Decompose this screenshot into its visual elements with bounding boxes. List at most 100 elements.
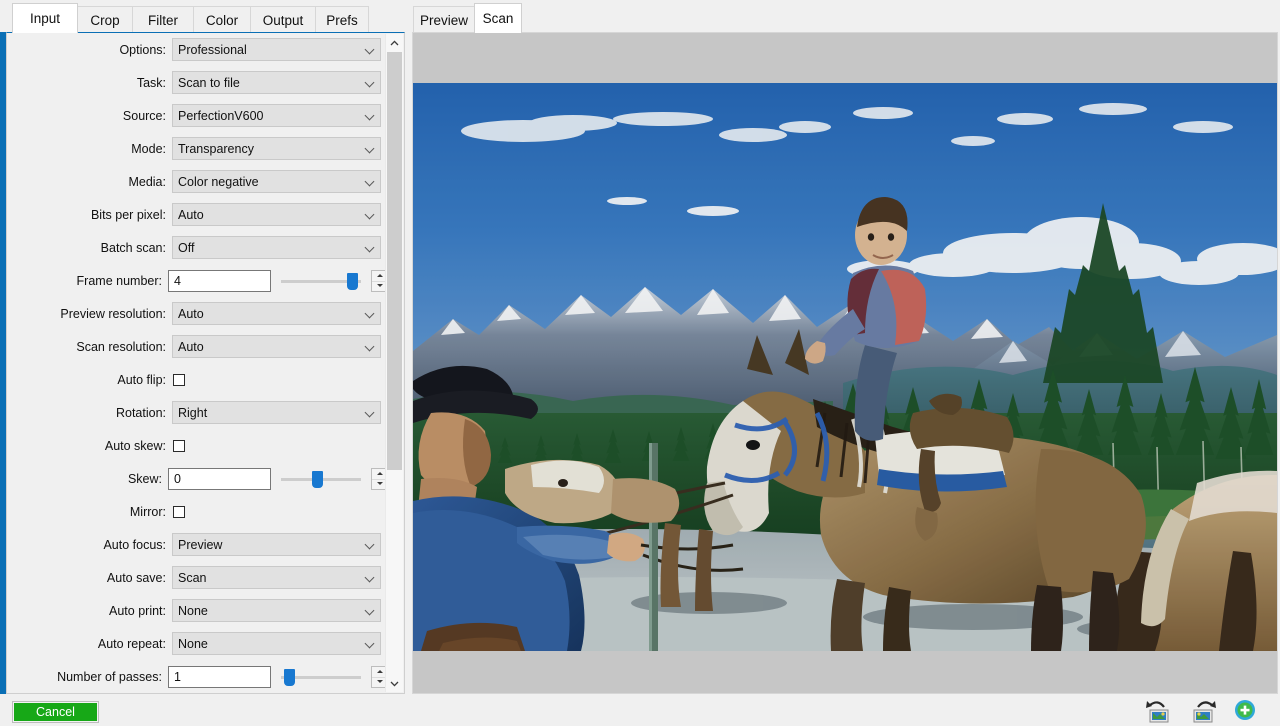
dropdown-value: Auto [172, 203, 381, 226]
dropdown-bits-per-pixel[interactable]: Auto [172, 203, 381, 226]
option-label: Auto skew: [7, 439, 172, 453]
rotate-right-icon[interactable] [1188, 697, 1218, 723]
tab-label: Crop [90, 13, 119, 28]
tab-crop[interactable]: Crop [77, 6, 133, 33]
dropdown-value: Off [172, 236, 381, 259]
number-input-value: 4 [174, 274, 181, 288]
option-row-auto-save: Auto save:Scan [7, 561, 389, 594]
option-control: Transparency [172, 132, 389, 165]
option-row-source: Source:PerfectionV600 [7, 99, 389, 132]
dropdown-auto-repeat[interactable]: None [172, 632, 381, 655]
slider-skew[interactable] [281, 468, 361, 490]
options-vertical-scrollbar[interactable] [385, 34, 403, 692]
scan-image-frame[interactable] [412, 32, 1278, 694]
number-input-frame-number[interactable]: 4 [168, 270, 271, 292]
dropdown-value: None [172, 599, 381, 622]
option-label: Bits per pixel: [7, 208, 172, 222]
zoom-in-icon[interactable] [1232, 697, 1262, 723]
option-row-batch-scan: Batch scan:Off [7, 231, 389, 264]
tab-input[interactable]: Input [12, 3, 78, 33]
dropdown-value: Auto [172, 335, 381, 358]
option-control [172, 495, 389, 528]
option-label: Auto print: [7, 604, 172, 618]
dropdown-batch-scan[interactable]: Off [172, 236, 381, 259]
option-control: Right [172, 396, 389, 429]
option-row-media: Media:Color negative [7, 165, 389, 198]
dropdown-options[interactable]: Professional [172, 38, 381, 61]
bottom-icon-group [1144, 697, 1262, 720]
dropdown-preview-resolution[interactable]: Auto [172, 302, 381, 325]
tab-color[interactable]: Color [193, 6, 251, 33]
checkbox-auto-flip[interactable] [173, 374, 185, 386]
option-row-auto-skew: Auto skew: [7, 429, 389, 462]
number-input-skew[interactable]: 0 [168, 468, 271, 490]
dropdown-auto-print[interactable]: None [172, 599, 381, 622]
tab-scan[interactable]: Scan [474, 3, 522, 33]
option-row-preview-resolution: Preview resolution:Auto [7, 297, 389, 330]
option-label: Mode: [7, 142, 172, 156]
option-label: Batch scan: [7, 241, 172, 255]
option-control: None [172, 594, 389, 627]
dropdown-scan-resolution[interactable]: Auto [172, 335, 381, 358]
checkbox-auto-skew[interactable] [173, 440, 185, 452]
option-row-options: Options:Professional [7, 33, 389, 66]
option-label: Auto save: [7, 571, 172, 585]
option-label: Rotation: [7, 406, 172, 420]
scroll-down-arrow-icon[interactable] [386, 675, 403, 692]
option-row-bits-per-pixel: Bits per pixel:Auto [7, 198, 389, 231]
input-options-body: Options:ProfessionalTask:Scan to fileSou… [6, 32, 405, 694]
option-label: Scan resolution: [7, 340, 172, 354]
dropdown-value: None [172, 632, 381, 655]
scanned-photograph[interactable] [413, 83, 1277, 651]
dropdown-auto-save[interactable]: Scan [172, 566, 381, 589]
option-row-task: Task:Scan to file [7, 66, 389, 99]
option-label: Task: [7, 76, 172, 90]
option-control: Preview [172, 528, 389, 561]
right-preview-panel: PreviewScan [408, 0, 1280, 700]
left-options-panel: Input Crop FilterColorOutputPrefs Options:… [0, 0, 405, 700]
dropdown-media[interactable]: Color negative [172, 170, 381, 193]
number-input-number-of-passes[interactable]: 1 [168, 666, 271, 688]
slider-thumb[interactable] [312, 471, 323, 488]
dropdown-task[interactable]: Scan to file [172, 71, 381, 94]
option-row-frame-number: Frame number:4 [7, 264, 389, 297]
dropdown-value: Right [172, 401, 381, 424]
checkbox-mirror[interactable] [173, 506, 185, 518]
option-row-auto-flip: Auto flip: [7, 363, 389, 396]
tab-output[interactable]: Output [250, 6, 316, 33]
slider-thumb[interactable] [284, 669, 295, 686]
slider-number-of-passes[interactable] [281, 666, 361, 688]
scroll-up-arrow-icon[interactable] [386, 34, 403, 51]
tab-filter[interactable]: Filter [132, 6, 194, 33]
option-label: Media: [7, 175, 172, 189]
option-control: 4 [168, 264, 389, 297]
option-label: Preview resolution: [7, 307, 172, 321]
option-row-rotation: Rotation:Right [7, 396, 389, 429]
dropdown-source[interactable]: PerfectionV600 [172, 104, 381, 127]
option-control: PerfectionV600 [172, 99, 389, 132]
option-control: Color negative [172, 165, 389, 198]
slider-frame-number[interactable] [281, 270, 361, 292]
tab-preview[interactable]: Preview [413, 6, 475, 33]
option-label: Options: [7, 43, 172, 57]
option-label: Auto focus: [7, 538, 172, 552]
option-row-skew: Skew:0 [7, 462, 389, 495]
option-control: Off [172, 231, 389, 264]
option-control: 1 [168, 660, 389, 693]
tab-label: Input [30, 11, 60, 26]
tab-prefs[interactable]: Prefs [315, 6, 369, 33]
number-input-value: 1 [174, 670, 181, 684]
dropdown-mode[interactable]: Transparency [172, 137, 381, 160]
scrollbar-thumb[interactable] [387, 52, 402, 470]
option-control: Professional [172, 33, 389, 66]
slider-thumb[interactable] [347, 273, 358, 290]
option-control: Auto [172, 330, 389, 363]
option-control [172, 363, 389, 396]
option-control: 0 [168, 462, 389, 495]
dropdown-auto-focus[interactable]: Preview [172, 533, 381, 556]
rotate-left-icon[interactable] [1144, 697, 1174, 723]
dropdown-value: Professional [172, 38, 381, 61]
dropdown-value: Color negative [172, 170, 381, 193]
dropdown-rotation[interactable]: Right [172, 401, 381, 424]
options-field-list: Options:ProfessionalTask:Scan to fileSou… [7, 33, 389, 693]
